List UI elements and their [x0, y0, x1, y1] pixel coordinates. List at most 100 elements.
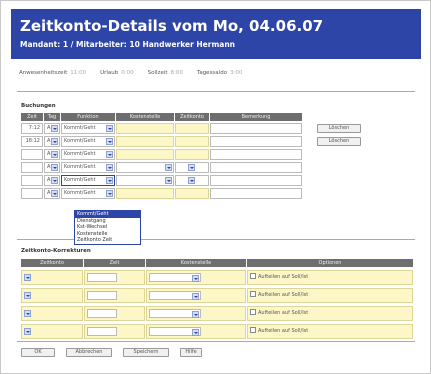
zeitkonto-select[interactable]	[21, 287, 83, 303]
delete-button[interactable]: Löschen	[317, 123, 361, 133]
chevron-down-icon[interactable]	[165, 163, 172, 171]
bemerkung-input[interactable]	[210, 187, 302, 199]
funktion-select[interactable]: Kommt/Geht	[61, 122, 115, 134]
funktion-value: Kommt/Geht	[64, 176, 96, 183]
column-header-kostenstelle: Kostenstelle	[116, 113, 174, 121]
chevron-down-icon[interactable]	[192, 274, 199, 282]
kostenstelle-select[interactable]	[149, 308, 201, 318]
cancel-button[interactable]: Abbrechen	[66, 348, 112, 357]
tag-select[interactable]: A	[44, 161, 60, 173]
summary-label-urlaub: Urlaub	[100, 70, 119, 76]
chevron-down-icon[interactable]	[106, 176, 113, 184]
zeit-input[interactable]	[87, 290, 117, 300]
buchungen-table: Zeit Tag Funktion Kostenstelle Zeitkonto…	[21, 113, 361, 199]
zeit-input[interactable]	[21, 187, 43, 199]
zeit-input[interactable]	[21, 174, 43, 186]
funktion-select[interactable]: Kommt/Geht	[61, 187, 115, 199]
chevron-down-icon[interactable]	[51, 163, 58, 171]
funktion-select[interactable]: Kommt/Geht	[61, 148, 115, 160]
chevron-down-icon[interactable]	[106, 137, 113, 145]
chevron-down-icon[interactable]	[24, 309, 31, 317]
chevron-down-icon[interactable]	[51, 150, 58, 158]
zeitkonto-select[interactable]	[175, 174, 209, 186]
column-header-tag: Tag	[44, 113, 60, 121]
zeitkonto-field	[175, 187, 209, 199]
zeitkonto-select[interactable]	[21, 269, 83, 285]
kostenstelle-select[interactable]	[149, 272, 201, 282]
aufteilen-checkbox[interactable]	[250, 291, 256, 297]
chevron-down-icon[interactable]	[192, 310, 199, 318]
zeitkonto-field	[175, 148, 209, 160]
option-cell: Aufteilen auf Soll/Ist	[247, 305, 413, 321]
help-button[interactable]: Hilfe	[180, 348, 202, 357]
zeit-cell	[84, 305, 145, 321]
bemerkung-input[interactable]	[210, 174, 302, 186]
chevron-down-icon[interactable]	[106, 150, 113, 158]
kostenstelle-select[interactable]	[149, 326, 201, 336]
zeitkonto-select[interactable]	[21, 305, 83, 321]
chevron-down-icon[interactable]	[51, 176, 58, 184]
chevron-down-icon[interactable]	[192, 328, 199, 336]
footer-buttons: OK Abbrechen Speichern Hilfe	[21, 348, 213, 357]
zeitkonto-select[interactable]	[175, 161, 209, 173]
chevron-down-icon[interactable]	[51, 137, 58, 145]
tag-select[interactable]: A	[44, 135, 60, 147]
aufteilen-checkbox[interactable]	[250, 309, 256, 315]
bemerkung-input[interactable]	[210, 122, 302, 134]
chevron-down-icon[interactable]	[24, 291, 31, 299]
tag-select[interactable]: A	[44, 187, 60, 199]
page-title: Zeitkonto-Details vom Mo, 04.06.07	[20, 17, 324, 35]
chevron-down-icon[interactable]	[106, 124, 113, 132]
funktion-select-open[interactable]: Kommt/Geht	[61, 174, 115, 186]
chevron-down-icon[interactable]	[106, 189, 113, 197]
aufteilen-checkbox[interactable]	[250, 327, 256, 333]
chevron-down-icon[interactable]	[24, 327, 31, 335]
dropdown-option[interactable]: Zeitkonto Zeit	[75, 237, 140, 244]
zeit-input[interactable]	[87, 308, 117, 318]
funktion-value: Kommt/Geht	[64, 137, 96, 144]
zeitkonto-field	[175, 135, 209, 147]
chevron-down-icon[interactable]	[165, 176, 172, 184]
window: Zeitkonto-Details vom Mo, 04.06.07 Manda…	[0, 0, 431, 374]
zeit-input[interactable]	[21, 161, 43, 173]
chevron-down-icon[interactable]	[24, 273, 31, 281]
zeitkonto-field	[175, 122, 209, 134]
chevron-down-icon[interactable]	[188, 163, 195, 171]
chevron-down-icon[interactable]	[106, 163, 113, 171]
aufteilen-label: Aufteilen auf Soll/Ist	[258, 309, 309, 316]
table-row: A Kommt/Geht	[21, 161, 361, 173]
table-row: Aufteilen auf Soll/Ist	[21, 269, 414, 285]
option-cell: Aufteilen auf Soll/Ist	[247, 269, 413, 285]
delete-button[interactable]: Löschen	[317, 136, 361, 146]
chevron-down-icon[interactable]	[188, 176, 195, 184]
tag-select[interactable]: A	[44, 148, 60, 160]
bemerkung-input[interactable]	[210, 135, 302, 147]
kostenstelle-select[interactable]	[149, 290, 201, 300]
funktion-select[interactable]: Kommt/Geht	[61, 135, 115, 147]
chevron-down-icon[interactable]	[51, 189, 58, 197]
funktion-select[interactable]: Kommt/Geht	[61, 161, 115, 173]
tag-select[interactable]: A	[44, 174, 60, 186]
kostenstelle-select[interactable]	[116, 161, 174, 173]
summary-value-urlaub: 0:00	[121, 70, 134, 76]
kostenstelle-select[interactable]	[116, 174, 174, 186]
tag-value: A	[47, 189, 51, 196]
save-button[interactable]: Speichern	[123, 348, 169, 357]
column-header-zeit: Zeit	[21, 113, 43, 121]
bemerkung-input[interactable]	[210, 161, 302, 173]
zeit-input[interactable]	[21, 148, 43, 160]
option-cell: Aufteilen auf Soll/Ist	[247, 323, 413, 339]
chevron-down-icon[interactable]	[51, 124, 58, 132]
zeitkonto-select[interactable]	[21, 323, 83, 339]
aufteilen-checkbox[interactable]	[250, 273, 256, 279]
ok-button[interactable]: OK	[21, 348, 55, 357]
tag-select[interactable]: A	[44, 122, 60, 134]
funktion-value: Kommt/Geht	[64, 124, 96, 131]
zeit-input[interactable]: 18:12	[21, 135, 43, 147]
kostenstelle-cell	[146, 287, 246, 303]
chevron-down-icon[interactable]	[192, 292, 199, 300]
zeit-input[interactable]: 7:12	[21, 122, 43, 134]
zeit-input[interactable]	[87, 272, 117, 282]
zeit-input[interactable]	[87, 326, 117, 336]
bemerkung-input[interactable]	[210, 148, 302, 160]
